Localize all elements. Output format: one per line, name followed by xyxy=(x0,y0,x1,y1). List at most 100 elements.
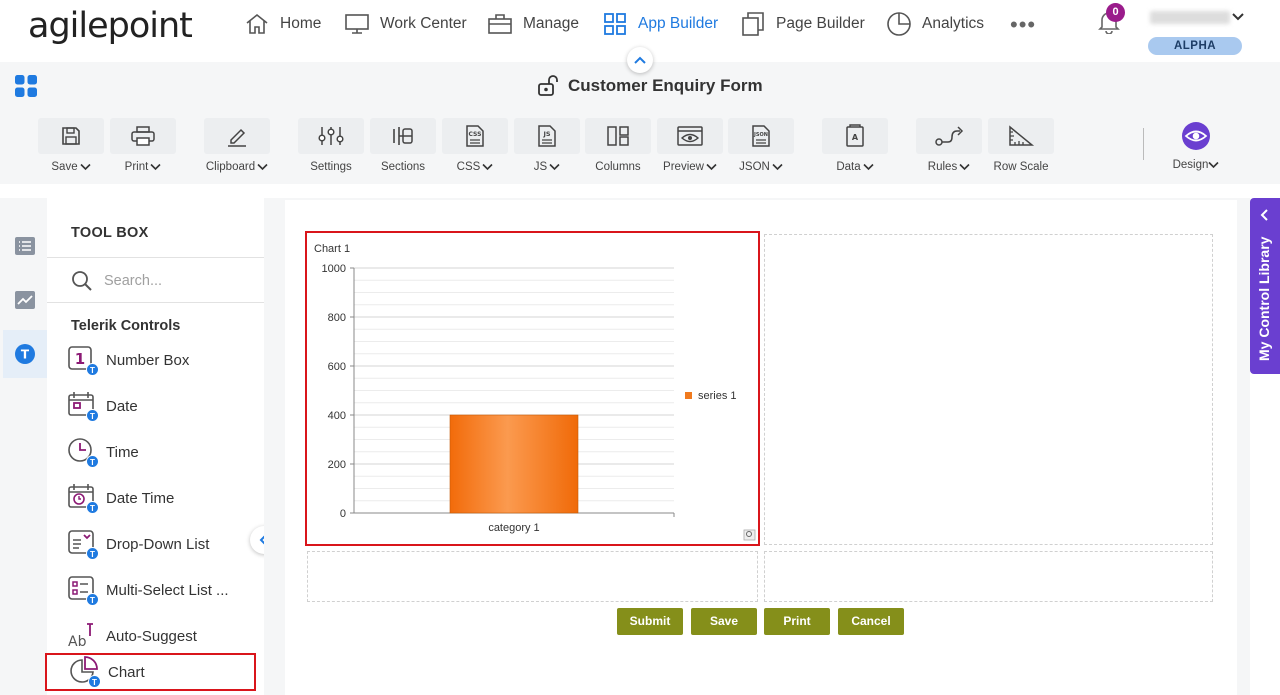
unlock-icon[interactable] xyxy=(536,74,560,98)
chart-item-highlight xyxy=(45,653,256,691)
nav-analytics-label: Analytics xyxy=(922,15,985,32)
preview-tool[interactable]: Preview xyxy=(657,118,723,173)
pie-chart-icon xyxy=(887,12,911,36)
nav-page-builder[interactable]: Page Builder xyxy=(740,10,865,38)
nav-app-builder[interactable]: App Builder xyxy=(603,10,718,38)
toolbox-item-date-time[interactable]: T Date Time xyxy=(67,481,257,515)
bar-chart: Chart 1 0 200 400 600 800 1000 category 1 seri… xyxy=(314,243,756,541)
toolbox-item-label: Time xyxy=(106,443,139,461)
agilepoint-logo[interactable]: agilepoint xyxy=(28,6,193,46)
telerik-badge-icon: T xyxy=(86,593,99,606)
nav-home-label: Home xyxy=(280,15,322,32)
print-tool[interactable]: Print xyxy=(110,118,176,173)
chevron-down-icon xyxy=(706,163,717,171)
row-scale-tool[interactable]: Row Scale xyxy=(988,118,1054,173)
pencil-icon xyxy=(228,128,246,147)
toolbox-title: TOOL BOX xyxy=(71,225,149,241)
chevron-down-icon xyxy=(959,163,970,171)
rail-analytics-controls[interactable] xyxy=(3,280,47,320)
rail-form-controls[interactable] xyxy=(3,226,47,266)
toolbox-item-time[interactable]: T Time xyxy=(67,435,257,469)
chevron-up-icon xyxy=(634,56,646,64)
toolbox-panel: TOOL BOX Search... Telerik Controls 1T N… xyxy=(47,198,264,695)
settings-tool-label: Settings xyxy=(310,161,352,173)
collapse-header-button[interactable] xyxy=(627,47,653,73)
js-tool[interactable]: JS JS xyxy=(514,118,580,173)
data-tool[interactable]: A Data xyxy=(822,118,888,173)
sliders-icon xyxy=(318,127,344,145)
svg-text:A: A xyxy=(852,133,859,142)
nav-manage[interactable]: Manage xyxy=(487,10,579,38)
columns-tool-label: Columns xyxy=(595,161,641,173)
toolbox-item-multi-select-list[interactable]: T Multi-Select List ... xyxy=(67,573,257,607)
save-button[interactable]: Save xyxy=(691,608,757,635)
settings-tool[interactable]: Settings xyxy=(298,118,364,173)
nav-home[interactable]: Home xyxy=(244,10,321,38)
chevron-down-icon xyxy=(863,163,874,171)
css-tool[interactable]: CSS CSS xyxy=(442,118,508,173)
chevron-down-icon xyxy=(150,163,161,171)
list-document-icon xyxy=(15,237,35,255)
json-tool[interactable]: JSON JSON xyxy=(728,118,794,173)
environment-badge: ALPHA xyxy=(1148,37,1242,55)
sections-tool-label: Sections xyxy=(380,161,426,173)
toolbox-divider xyxy=(47,302,264,303)
nav-work-center[interactable]: Work Center xyxy=(344,10,467,38)
search-icon xyxy=(72,271,92,291)
toolbox-item-label: Date xyxy=(106,397,138,415)
form-cell[interactable] xyxy=(764,234,1213,545)
apps-grid-icon[interactable] xyxy=(14,74,38,98)
home-icon xyxy=(246,13,268,34)
trend-chart-icon xyxy=(15,291,35,309)
chart-y-tick-label: 200 xyxy=(328,459,346,471)
preview-eye-icon xyxy=(677,126,703,146)
user-name-redacted[interactable] xyxy=(1150,11,1230,24)
chart-control[interactable]: Chart 1 0 200 400 600 800 1000 category 1 seri… xyxy=(305,231,760,546)
form-cell[interactable] xyxy=(307,551,758,602)
save-icon xyxy=(62,127,80,145)
toolbox-item-drop-down-list[interactable]: T Drop-Down List xyxy=(67,527,257,561)
save-tool[interactable]: Save xyxy=(38,118,104,173)
print-tool-label: Print xyxy=(124,161,149,173)
nav-work-center-label: Work Center xyxy=(380,15,467,32)
form-cell[interactable] xyxy=(764,551,1213,602)
cancel-button[interactable]: Cancel xyxy=(838,608,904,635)
chevron-down-icon[interactable] xyxy=(1231,10,1245,24)
json-file-icon: JSON xyxy=(752,125,770,147)
rail-telerik-controls[interactable]: T xyxy=(3,330,47,378)
rules-tool[interactable]: Rules xyxy=(916,118,982,173)
chart-bar[interactable] xyxy=(449,414,579,514)
form-title-text: Customer Enquiry Form xyxy=(568,76,763,95)
more-menu-icon[interactable]: ••• xyxy=(1010,12,1036,38)
left-rail: T xyxy=(0,198,47,695)
design-eye-icon xyxy=(1182,122,1210,150)
toolbox-divider xyxy=(47,257,264,258)
sections-tool[interactable]: Sections xyxy=(370,118,436,173)
notification-badge: 0 xyxy=(1106,3,1125,22)
toolbox-search[interactable]: Search... xyxy=(71,270,162,292)
chart-title: Chart 1 xyxy=(314,243,350,255)
toolbox-item-date[interactable]: T Date xyxy=(67,389,257,423)
nav-analytics[interactable]: Analytics xyxy=(886,10,984,38)
chevron-down-icon xyxy=(1208,161,1219,169)
css-file-icon: CSS xyxy=(466,125,484,147)
clipboard-tool[interactable]: Clipboard xyxy=(204,118,270,173)
columns-tool[interactable]: Columns xyxy=(585,118,651,173)
submit-button[interactable]: Submit xyxy=(617,608,683,635)
css-tool-label: CSS xyxy=(456,161,481,173)
briefcase-icon xyxy=(488,14,512,34)
search-input[interactable]: Search... xyxy=(104,273,162,289)
chart-x-tick-label: category 1 xyxy=(488,522,539,534)
chevron-down-icon xyxy=(772,163,783,171)
print-button[interactable]: Print xyxy=(764,608,830,635)
telerik-badge-icon: T xyxy=(86,455,99,468)
chevron-down-icon xyxy=(257,163,268,171)
pages-icon xyxy=(742,12,764,36)
design-tool[interactable]: Design xyxy=(1168,120,1224,171)
toolbox-item-auto-suggest[interactable]: Ab Auto-Suggest xyxy=(67,619,257,653)
toolbox-item-label: Date Time xyxy=(106,489,175,507)
my-control-library-tab[interactable]: My Control Library xyxy=(1250,198,1280,374)
svg-text:JS: JS xyxy=(542,130,550,138)
toolbox-item-number-box[interactable]: 1T Number Box xyxy=(67,343,257,377)
telerik-badge-icon: T xyxy=(86,363,99,376)
